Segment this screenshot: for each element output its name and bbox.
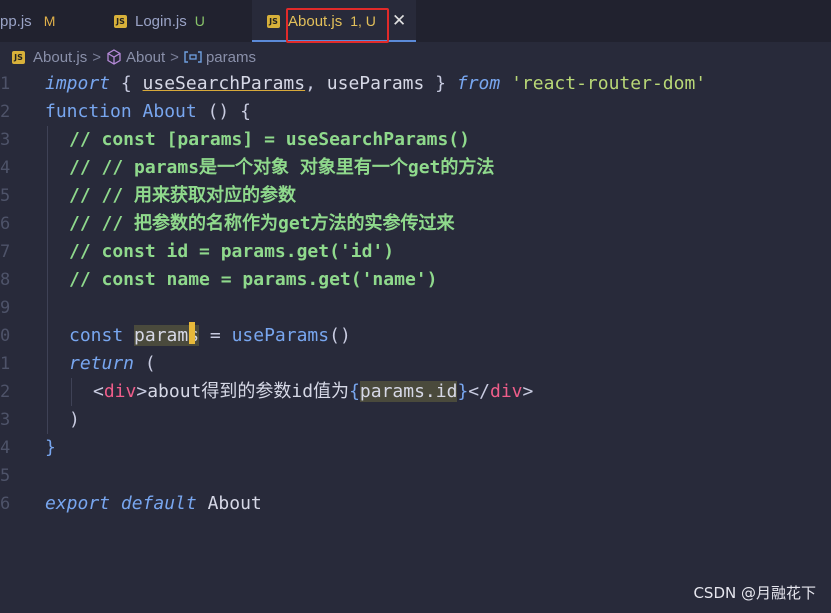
line-number: 7 bbox=[0, 242, 11, 262]
breadcrumb-separator: > bbox=[170, 48, 179, 66]
code-line-6: // // 把参数的名称作为get方法的实参传过来 bbox=[69, 213, 455, 234]
line-number: 5 bbox=[0, 186, 11, 206]
breadcrumb: JS About.js > About > params bbox=[0, 44, 831, 70]
breadcrumb-component[interactable]: About bbox=[126, 49, 165, 66]
line-number: 9 bbox=[0, 298, 11, 318]
js-file-icon: JS bbox=[267, 14, 280, 28]
tab-login-js[interactable]: JS Login.js U bbox=[114, 0, 234, 42]
line-number: 6 bbox=[0, 214, 11, 234]
tab-label: Login.js bbox=[135, 12, 187, 30]
text-cursor bbox=[189, 322, 195, 344]
tab-bar: pp.js M JS Login.js U JS About.js 1, U ✕ bbox=[0, 0, 831, 43]
code-line-5: // // 用来获取对应的参数 bbox=[69, 185, 297, 206]
code-line-12: <div>about得到的参数id值为{params.id}</div> bbox=[93, 381, 534, 402]
code-line-3: // const [params] = useSearchParams() bbox=[69, 129, 470, 150]
breadcrumb-separator: > bbox=[92, 48, 101, 66]
line-number: 2 bbox=[0, 382, 11, 402]
code-line-10: const params = useParams() bbox=[69, 325, 351, 346]
cube-icon bbox=[107, 49, 121, 65]
git-status-badge: M bbox=[43, 13, 56, 29]
line-number: 5 bbox=[0, 466, 11, 486]
code-line-8: // const name = params.get('name') bbox=[69, 269, 438, 290]
tab-label: pp.js bbox=[0, 12, 32, 30]
line-number: 1 bbox=[0, 74, 11, 94]
js-file-icon: JS bbox=[114, 14, 127, 28]
close-tab-icon[interactable]: ✕ bbox=[392, 11, 406, 31]
line-number: 4 bbox=[0, 158, 11, 178]
tab-app-js[interactable]: pp.js M bbox=[0, 0, 90, 42]
line-number: 4 bbox=[0, 438, 11, 458]
indent-guide bbox=[47, 126, 48, 434]
code-line-1: import { useSearchParams, useParams } fr… bbox=[45, 73, 707, 94]
code-line-4: // // params是一个对象 对象里有一个get的方法 bbox=[69, 157, 495, 178]
annotation-highlight-box bbox=[286, 8, 389, 43]
breadcrumb-file[interactable]: About.js bbox=[33, 49, 87, 66]
line-number: 8 bbox=[0, 270, 11, 290]
line-number: 3 bbox=[0, 410, 11, 430]
code-line-2: function About () { bbox=[45, 101, 251, 122]
code-line-11: return ( bbox=[69, 353, 156, 374]
watermark: CSDN @月融花下 bbox=[693, 584, 816, 602]
variable-icon bbox=[184, 51, 202, 63]
line-number: 0 bbox=[0, 326, 11, 346]
git-status-badge: U bbox=[194, 13, 205, 29]
line-number: 3 bbox=[0, 130, 11, 150]
js-file-icon: JS bbox=[12, 50, 25, 64]
indent-guide bbox=[71, 378, 72, 406]
code-line-16: export default About bbox=[45, 493, 262, 514]
line-number: 2 bbox=[0, 102, 11, 122]
line-number: 1 bbox=[0, 354, 11, 374]
code-line-7: // const id = params.get('id') bbox=[69, 241, 395, 262]
line-number: 6 bbox=[0, 494, 11, 514]
breadcrumb-symbol[interactable]: params bbox=[206, 49, 256, 66]
code-line-14: } bbox=[45, 437, 56, 458]
code-line-13: ) bbox=[69, 409, 80, 430]
